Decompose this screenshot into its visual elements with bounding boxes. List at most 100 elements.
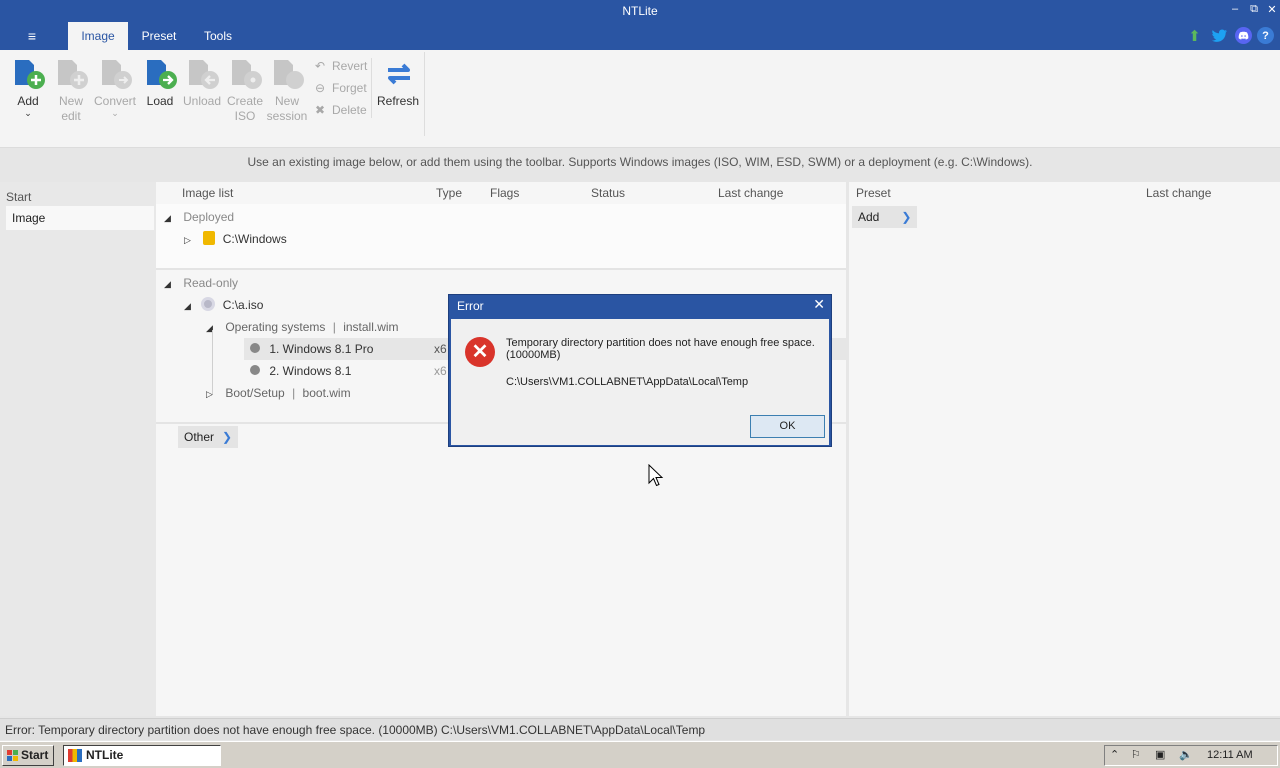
- ribbon-separator: [424, 52, 425, 136]
- twitter-icon[interactable]: [1211, 27, 1228, 44]
- tree-item-windows[interactable]: ▷ C:\Windows: [184, 228, 287, 250]
- edition-icon: [250, 343, 260, 353]
- pipe-separator: |: [292, 386, 296, 400]
- other-label: Other: [184, 430, 215, 444]
- title-bar: NTLite ≡ Image Preset Tools – ⧉ ✕ ⬆ ?: [0, 0, 1280, 50]
- preset-panel: Preset Last change Add ❯: [849, 182, 1280, 716]
- pipe-separator: |: [332, 320, 336, 334]
- refresh-button[interactable]: Refresh: [376, 56, 420, 109]
- ribbon-toolbar: Add ⌄ New edit Convert ⌄ Load Unload Cre…: [0, 50, 1280, 148]
- image-list-panel: Image list Type Flags Status Last change…: [156, 182, 846, 716]
- column-preset-last-change[interactable]: Last change: [1146, 186, 1211, 200]
- preset-add-button[interactable]: Add ❯: [852, 206, 918, 228]
- discord-icon[interactable]: [1235, 27, 1252, 44]
- convert-button[interactable]: Convert ⌄: [93, 56, 137, 118]
- create-iso-icon: [229, 56, 262, 92]
- dialog-body: ✕ Temporary directory partition does not…: [451, 319, 829, 445]
- forget-icon: ⊖: [314, 81, 326, 95]
- chevron-right-icon: ❯: [901, 210, 912, 224]
- tab-image[interactable]: Image: [68, 22, 128, 50]
- tree-item-boot-setup[interactable]: ▷ Boot/Setup | boot.wim: [206, 382, 351, 404]
- unload-button[interactable]: Unload: [182, 56, 222, 109]
- forget-button[interactable]: ⊖ Forget: [312, 78, 367, 98]
- system-tray: ⌃ ⚐ ▣ 🔈 12:11 AM: [1104, 745, 1278, 766]
- start-button[interactable]: Start: [2, 745, 54, 766]
- minimize-button[interactable]: –: [1226, 3, 1244, 15]
- tree-item-os-2[interactable]: 2. Windows 8.1: [250, 360, 351, 382]
- update-arrow-icon[interactable]: ⬆: [1186, 27, 1203, 45]
- add-button[interactable]: Add ⌄: [10, 56, 46, 118]
- iso-path: C:\a.iso: [222, 298, 264, 312]
- nav-item-image[interactable]: Image: [6, 206, 154, 230]
- help-icon[interactable]: ?: [1257, 27, 1274, 44]
- window-title: NTLite: [622, 4, 658, 18]
- dialog-title: Error: [457, 299, 484, 313]
- new-session-button[interactable]: New session: [266, 56, 308, 124]
- create-iso-button[interactable]: Create ISO: [226, 56, 264, 124]
- dialog-close-icon[interactable]: ✕: [813, 296, 825, 313]
- load-image-icon: [144, 56, 177, 92]
- tree-item-os-1[interactable]: 1. Windows 8.1 Pro: [250, 338, 373, 360]
- deployed-label: Deployed: [183, 210, 235, 224]
- status-bar: Error: Temporary directory partition doe…: [0, 718, 1280, 740]
- revert-button[interactable]: ↶ Revert: [312, 56, 367, 76]
- load-button[interactable]: Load: [142, 56, 178, 109]
- error-dialog: Error ✕ ✕ Temporary directory partition …: [448, 294, 832, 447]
- drive-icon: [203, 231, 216, 245]
- windows-path: C:\Windows: [222, 232, 287, 246]
- create-iso-label-2: ISO: [234, 109, 256, 123]
- column-type[interactable]: Type: [436, 186, 462, 200]
- hamburger-menu-icon[interactable]: ≡: [22, 28, 42, 44]
- column-last-change[interactable]: Last change: [718, 186, 783, 200]
- other-button[interactable]: Other ❯: [178, 426, 239, 448]
- tab-preset[interactable]: Preset: [134, 22, 184, 50]
- column-preset[interactable]: Preset: [856, 186, 891, 200]
- column-image-list[interactable]: Image list: [182, 186, 233, 200]
- dialog-path: C:\Users\VM1.COLLABNET\AppData\Local\Tem…: [506, 376, 749, 388]
- flag-icon[interactable]: ⚐: [1131, 746, 1141, 765]
- os-group-label: Operating systems: [225, 320, 326, 334]
- group-separator: [156, 268, 846, 270]
- start-label: Start: [21, 748, 49, 762]
- show-hidden-icons-icon[interactable]: ⌃: [1110, 746, 1119, 765]
- tree-item-operating-systems[interactable]: ◢ Operating systems | install.wim: [206, 316, 399, 338]
- taskbar-app-label: NTLite: [86, 748, 124, 762]
- column-status[interactable]: Status: [591, 186, 625, 200]
- readonly-label: Read-only: [183, 276, 239, 290]
- start-heading: Start: [6, 190, 32, 204]
- clock: 12:11 AM: [1207, 749, 1253, 761]
- delete-icon: ✖: [314, 103, 326, 117]
- left-navigation: Start Image: [0, 182, 156, 716]
- convert-button-label: Convert: [93, 94, 137, 108]
- collapse-arrow-icon: ◢: [164, 213, 171, 223]
- delete-label: Delete: [332, 103, 367, 117]
- new-edit-button[interactable]: New edit: [53, 56, 89, 124]
- boot-group-label: Boot/Setup: [225, 386, 285, 400]
- column-flags[interactable]: Flags: [490, 186, 519, 200]
- collapse-arrow-icon: ◢: [184, 301, 191, 311]
- install-wim-label: install.wim: [343, 320, 399, 334]
- refresh-button-label: Refresh: [376, 94, 420, 108]
- windows-logo-icon: [7, 749, 19, 761]
- os1-label: 1. Windows 8.1 Pro: [269, 342, 374, 356]
- tab-tools[interactable]: Tools: [194, 22, 242, 50]
- volume-muted-icon[interactable]: 🔈: [1179, 746, 1193, 765]
- tree-item-iso[interactable]: ◢ C:\a.iso: [184, 294, 263, 316]
- taskbar-ntlite[interactable]: NTLite: [63, 745, 221, 766]
- readonly-group-header[interactable]: ◢ Read-only: [164, 272, 238, 294]
- add-button-label: Add: [17, 94, 39, 108]
- new-edit-label-1: New: [58, 94, 83, 108]
- restore-button[interactable]: ⧉: [1245, 3, 1263, 16]
- deployed-group-header[interactable]: ◢ Deployed: [164, 206, 234, 228]
- chevron-down-icon: ⌄: [111, 108, 119, 118]
- ntlite-window: NTLite ≡ Image Preset Tools – ⧉ ✕ ⬆ ? Ad…: [0, 0, 1280, 768]
- ok-button[interactable]: OK: [750, 415, 825, 438]
- delete-button[interactable]: ✖ Delete: [312, 100, 367, 120]
- expand-arrow-icon: ▷: [184, 235, 191, 245]
- taskbar: Start NTLite ⌃ ⚐ ▣ 🔈 12:11 AM: [0, 741, 1280, 768]
- close-window-button[interactable]: ✕: [1263, 3, 1280, 16]
- forget-label: Forget: [332, 81, 367, 95]
- os1-type: x6: [434, 342, 447, 356]
- network-icon[interactable]: ▣: [1155, 746, 1165, 765]
- create-iso-label-1: Create: [226, 94, 264, 108]
